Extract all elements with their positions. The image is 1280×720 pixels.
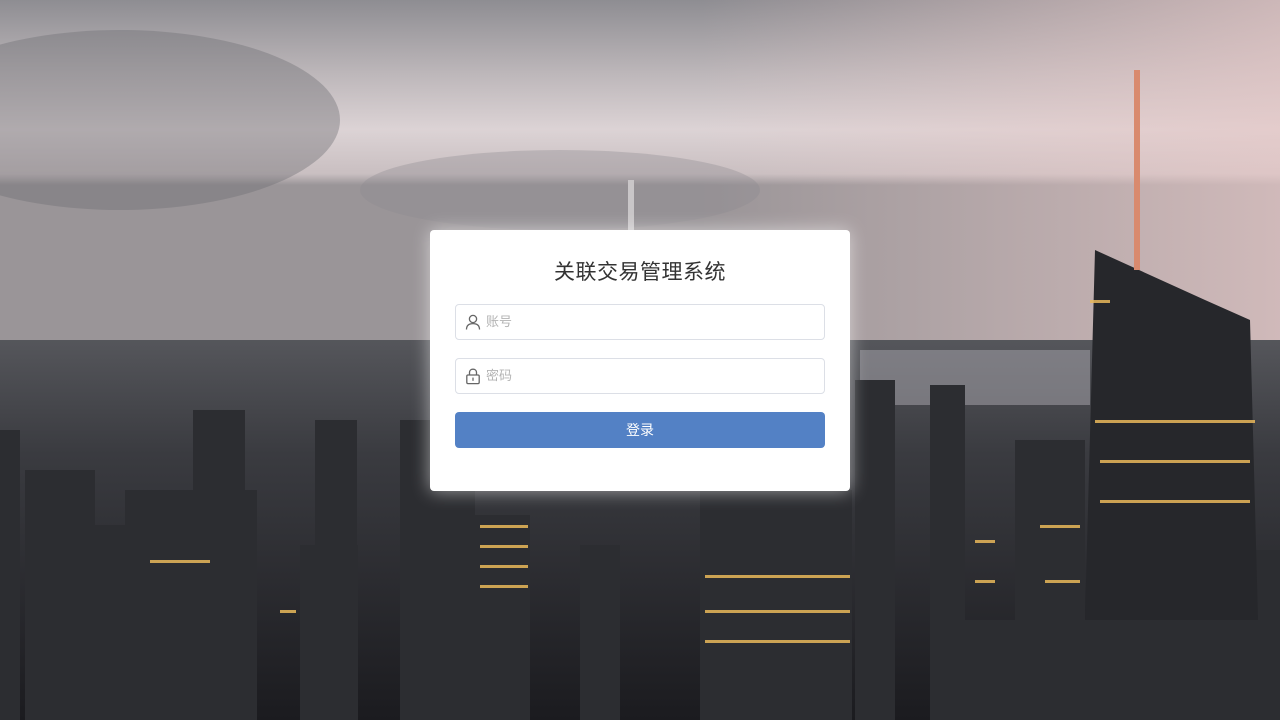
user-icon — [465, 314, 481, 330]
password-field[interactable] — [455, 358, 825, 394]
account-input[interactable] — [486, 305, 816, 339]
lock-icon — [466, 368, 480, 385]
password-input[interactable] — [486, 359, 816, 393]
account-field[interactable] — [455, 304, 825, 340]
login-card: 关联交易管理系统 登录 — [430, 230, 850, 491]
login-title: 关联交易管理系统 — [554, 260, 726, 284]
login-button[interactable]: 登录 — [455, 412, 825, 448]
